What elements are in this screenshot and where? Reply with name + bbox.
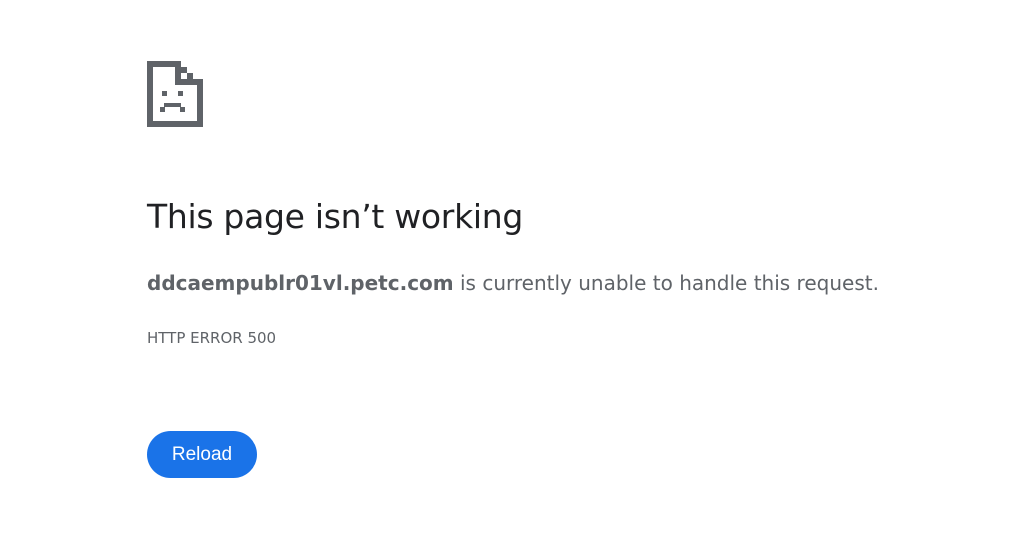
reload-button[interactable]: Reload	[147, 431, 257, 478]
error-message: ddcaempublr01vl.petc.com is currently un…	[147, 271, 879, 295]
error-host: ddcaempublr01vl.petc.com	[147, 271, 454, 295]
error-code: HTTP ERROR 500	[147, 329, 277, 347]
error-message-text: is currently unable to handle this reque…	[453, 271, 879, 295]
sad-page-icon	[147, 61, 203, 127]
error-page: This page isn’t working ddcaempublr01vl.…	[147, 61, 967, 478]
error-title: This page isn’t working	[147, 197, 524, 236]
